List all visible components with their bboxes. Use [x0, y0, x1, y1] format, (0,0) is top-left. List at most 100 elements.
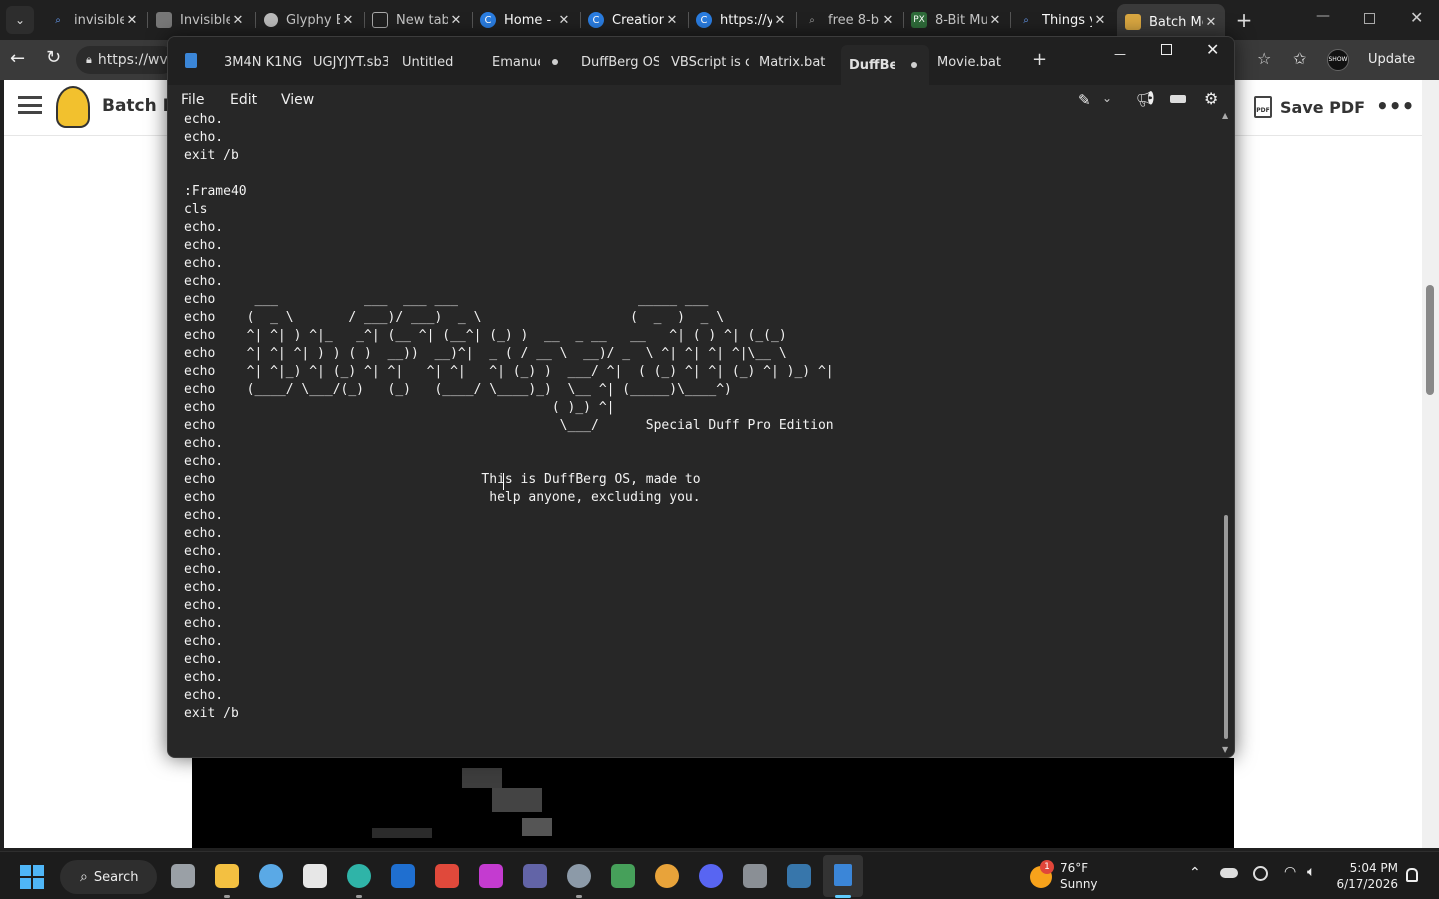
minimize-icon[interactable]: — [1316, 8, 1332, 24]
restore-icon[interactable] [1364, 13, 1375, 24]
notepad-maximize-icon[interactable] [1161, 44, 1172, 55]
notepad-tab-3[interactable]: Untitled [402, 49, 484, 75]
scroll-up-icon[interactable]: ▲ [1222, 111, 1228, 120]
back-icon[interactable]: ← [10, 48, 25, 69]
notepad-tab-5[interactable]: DuffBerg OS.b [581, 49, 659, 75]
text-editor[interactable]: echo. echo. exit /b :Frame40 cls echo. e… [184, 111, 1214, 751]
close-window-icon[interactable]: ✕ [1410, 8, 1423, 27]
tab-list-dropdown-button[interactable]: ⌄ [6, 6, 34, 34]
batch-icon [1125, 14, 1141, 30]
announcement-icon[interactable]: 📢︎ [1136, 90, 1155, 108]
close-icon[interactable]: ✕ [230, 13, 246, 28]
network-globe-icon[interactable] [1253, 866, 1268, 881]
browser-tab-8[interactable]: ⌕ free 8-bit ✕ [796, 6, 902, 34]
browser-tab-10[interactable]: ⌕ Things yo ✕ [1010, 6, 1114, 34]
wifi-icon[interactable]: ◠ [1284, 864, 1296, 880]
onedrive-cloud-icon[interactable] [1220, 868, 1238, 878]
notepad-tab-2[interactable]: UGJYJYT.sb3 [313, 49, 388, 75]
page-scrollbar[interactable] [1422, 80, 1439, 848]
search-icon: ⌕ [1023, 14, 1029, 26]
widgets-icon[interactable] [259, 864, 283, 888]
refresh-icon[interactable]: ↻ [46, 47, 61, 68]
hamburger-menu-icon[interactable] [18, 96, 42, 114]
copilot-icon[interactable] [655, 864, 679, 888]
paint-icon[interactable] [479, 864, 503, 888]
notepad-tab-6[interactable]: VBScript is coi [671, 49, 749, 75]
python-icon[interactable] [787, 864, 811, 888]
favorites-star-icon[interactable]: ☆ [1257, 49, 1271, 68]
taskbar-search[interactable]: ⌕ Search [60, 860, 157, 894]
discord-icon[interactable] [699, 864, 723, 888]
browser-tab-5[interactable]: C Home - C ✕ [472, 6, 578, 34]
rewrite-pen-icon[interactable]: ✎ [1078, 91, 1091, 109]
notepad-tab-7[interactable]: Matrix.bat [759, 49, 839, 75]
show-hidden-icons-chevron-icon[interactable]: ⌃ [1189, 865, 1201, 881]
notepad-minimize-icon[interactable]: — [1114, 47, 1126, 61]
store-icon[interactable] [303, 864, 327, 888]
save-pdf-button[interactable]: PDF Save PDF [1254, 94, 1365, 120]
volume-icon[interactable]: 🔈︎ [1307, 864, 1315, 880]
notepad-taskbar-button[interactable] [823, 855, 863, 897]
profile-avatar[interactable]: SHOW [1327, 49, 1349, 71]
browser-tab-6[interactable]: C Creation c ✕ [580, 6, 686, 34]
file-explorer-icon[interactable] [215, 864, 239, 888]
close-icon[interactable]: ✕ [987, 13, 1003, 28]
notification-bell-icon[interactable] [1406, 868, 1418, 882]
close-icon[interactable]: ✕ [124, 13, 140, 28]
settings-icon[interactable] [567, 864, 591, 888]
browser-tab-3[interactable]: Glyphy Bl ✕ [256, 6, 362, 34]
notepad-tab-4[interactable]: Emanuel [492, 49, 572, 75]
browser-tab-7[interactable]: C https://yc ✕ [688, 6, 794, 34]
new-tab-button[interactable]: + [1232, 8, 1256, 32]
chevron-down-icon[interactable]: ⌄ [1102, 91, 1112, 105]
clock-time: 5:04 PM [1349, 861, 1398, 875]
editor-scroll-thumb[interactable] [1224, 515, 1228, 739]
game-app-icon[interactable] [611, 864, 635, 888]
collections-icon[interactable]: ✩ [1293, 49, 1306, 68]
brave-icon[interactable] [435, 864, 459, 888]
browser-tab-4[interactable]: New tab ✕ [364, 6, 470, 34]
teams-icon[interactable] [523, 864, 547, 888]
close-icon[interactable]: ✕ [880, 13, 896, 28]
close-icon[interactable]: ✕ [772, 13, 788, 28]
close-icon[interactable]: ✕ [1203, 15, 1219, 30]
lock-icon: 🔒︎ [86, 53, 92, 66]
outlook-icon[interactable] [391, 864, 415, 888]
camera-icon[interactable] [743, 864, 767, 888]
weather-widget[interactable]: 1 76°F Sunny [1028, 860, 1128, 894]
close-icon[interactable]: ✕ [1092, 13, 1108, 28]
scroll-down-icon[interactable]: ▼ [1222, 745, 1228, 754]
notepad-tab-8[interactable]: DuffBerg [841, 45, 929, 85]
notepad-close-icon[interactable]: ✕ [1206, 40, 1219, 59]
browser-tab-1[interactable]: ⌕ invisible t ✕ [42, 6, 146, 34]
close-icon[interactable]: ✕ [448, 13, 464, 28]
address-bar[interactable]: 🔒︎ https://wv [76, 46, 176, 74]
settings-gear-icon[interactable]: ⚙ [1204, 89, 1218, 108]
edge-icon[interactable] [347, 864, 371, 888]
text-caret [503, 473, 504, 490]
search-icon: ⌕ [80, 869, 88, 885]
notepad-tab-9[interactable]: Movie.bat [937, 49, 1017, 75]
browser-tab-11[interactable]: Batch Mc ✕ [1117, 4, 1225, 40]
update-button[interactable]: Update ··· [1360, 48, 1439, 91]
address-text: https://wv [97, 52, 168, 68]
close-icon[interactable]: ✕ [664, 13, 680, 28]
running-indicator [356, 895, 362, 898]
editor-scrollbar[interactable]: ▲ ▼ [1220, 111, 1232, 757]
notepad-tab-1[interactable]: 3M4N K1NGS [224, 49, 302, 75]
unsaved-dot-icon [552, 59, 558, 65]
more-options-icon[interactable]: ••• [1376, 94, 1414, 118]
video-preview[interactable] [192, 758, 1234, 848]
copilot-badge-icon[interactable] [1170, 95, 1186, 103]
notepad-tab-strip: 3M4N K1NGS UGJYJYT.sb3 Untitled Emanuel … [168, 37, 1234, 85]
page-scroll-thumb[interactable] [1426, 285, 1434, 395]
browser-tab-9[interactable]: PX 8-Bit Mu ✕ [903, 6, 1009, 34]
browser-tab-2[interactable]: Invisible C ✕ [148, 6, 252, 34]
system-clock[interactable]: 5:04 PM 6/17/2026 [1334, 860, 1398, 892]
start-windows-icon[interactable] [20, 865, 44, 889]
search-icon: ⌕ [55, 14, 61, 26]
notepad-new-tab-button[interactable]: + [1032, 49, 1047, 70]
task-view-icon[interactable] [171, 864, 195, 888]
close-icon[interactable]: ✕ [556, 13, 572, 28]
close-icon[interactable]: ✕ [340, 13, 356, 28]
